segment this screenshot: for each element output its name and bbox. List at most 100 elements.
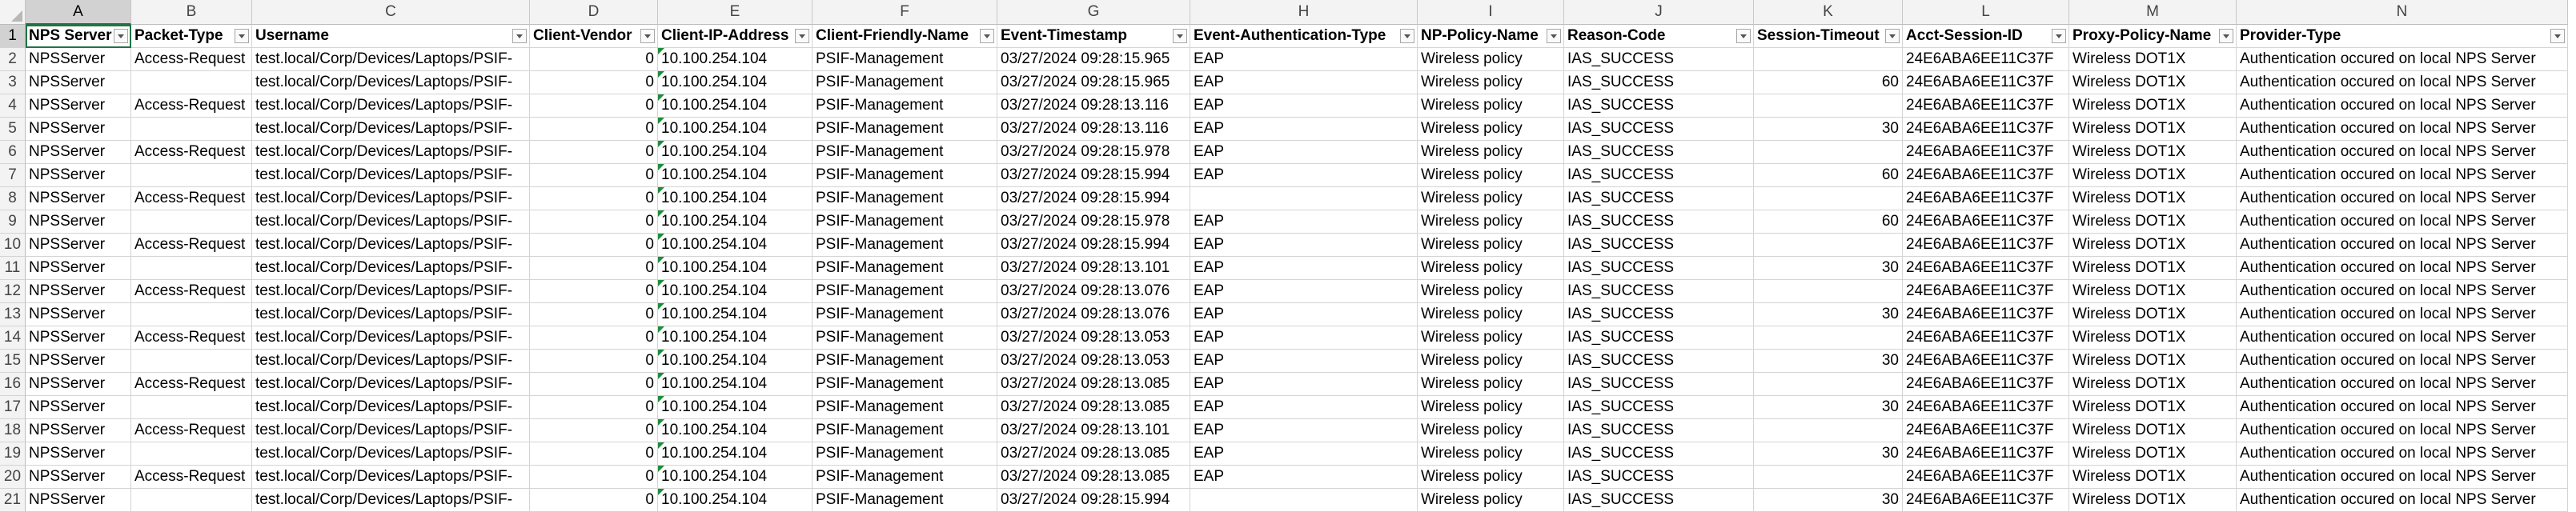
table-cell[interactable]: 03/27/2024 09:28:13.053	[997, 326, 1190, 350]
column-letter-d[interactable]: D	[530, 0, 658, 25]
error-indicator-icon[interactable]	[658, 94, 664, 101]
table-cell[interactable]: Wireless policy	[1418, 118, 1564, 141]
table-cell[interactable]: Wireless policy	[1418, 94, 1564, 118]
table-cell[interactable]: Authentication occured on local NPS Serv…	[2237, 350, 2568, 373]
table-cell[interactable]: IAS_SUCCESS	[1564, 373, 1754, 396]
table-cell[interactable]: 10.100.254.104	[658, 234, 813, 257]
table-cell[interactable]: 30	[1754, 257, 1903, 280]
table-cell[interactable]: 0	[530, 419, 658, 442]
table-cell[interactable]	[131, 164, 252, 187]
table-cell[interactable]	[131, 489, 252, 512]
table-cell[interactable]: 0	[530, 94, 658, 118]
table-cell[interactable]	[1754, 48, 1903, 71]
table-cell[interactable]: test.local/Corp/Devices/Laptops/PSIF-	[252, 396, 530, 419]
table-cell[interactable]: 03/27/2024 09:28:15.994	[997, 234, 1190, 257]
row-number[interactable]: 19	[0, 442, 26, 466]
table-cell[interactable]: PSIF-Management	[813, 396, 997, 419]
table-cell[interactable]	[1754, 280, 1903, 303]
table-cell[interactable]: 60	[1754, 164, 1903, 187]
table-cell[interactable]: Authentication occured on local NPS Serv…	[2237, 141, 2568, 164]
table-cell[interactable]: 10.100.254.104	[658, 396, 813, 419]
column-header-cell[interactable]: Event-Timestamp	[997, 25, 1190, 48]
row-number[interactable]: 17	[0, 396, 26, 419]
table-cell[interactable]: NPSServer	[26, 141, 131, 164]
table-cell[interactable]	[131, 396, 252, 419]
row-number[interactable]: 18	[0, 419, 26, 442]
column-header-cell[interactable]: Provider-Type	[2237, 25, 2568, 48]
column-letter-c[interactable]: C	[252, 0, 530, 25]
row-number[interactable]: 7	[0, 164, 26, 187]
error-indicator-icon[interactable]	[658, 350, 664, 356]
table-cell[interactable]: Access-Request	[131, 466, 252, 489]
table-cell[interactable]: Authentication occured on local NPS Serv…	[2237, 48, 2568, 71]
table-cell[interactable]: NPSServer	[26, 419, 131, 442]
table-cell[interactable]: Authentication occured on local NPS Serv…	[2237, 326, 2568, 350]
table-cell[interactable]: Wireless policy	[1418, 164, 1564, 187]
filter-dropdown-icon[interactable]	[2219, 29, 2233, 43]
table-cell[interactable]	[1754, 419, 1903, 442]
filter-dropdown-icon[interactable]	[235, 29, 249, 43]
table-cell[interactable]: test.local/Corp/Devices/Laptops/PSIF-	[252, 257, 530, 280]
table-cell[interactable]: EAP	[1190, 419, 1418, 442]
table-cell[interactable]: test.local/Corp/Devices/Laptops/PSIF-	[252, 466, 530, 489]
table-cell[interactable]: Wireless DOT1X	[2069, 326, 2237, 350]
table-cell[interactable]: 03/27/2024 09:28:15.994	[997, 164, 1190, 187]
table-cell[interactable]: Wireless policy	[1418, 396, 1564, 419]
table-cell[interactable]: 0	[530, 350, 658, 373]
table-cell[interactable]: test.local/Corp/Devices/Laptops/PSIF-	[252, 419, 530, 442]
table-cell[interactable]: PSIF-Management	[813, 419, 997, 442]
table-cell[interactable]: PSIF-Management	[813, 350, 997, 373]
table-cell[interactable]: 10.100.254.104	[658, 280, 813, 303]
table-cell[interactable]: 10.100.254.104	[658, 94, 813, 118]
table-cell[interactable]: 24E6ABA6EE11C37F	[1903, 141, 2069, 164]
table-cell[interactable]: EAP	[1190, 94, 1418, 118]
table-cell[interactable]: 10.100.254.104	[658, 489, 813, 512]
table-cell[interactable]: 30	[1754, 350, 1903, 373]
filter-dropdown-icon[interactable]	[1547, 29, 1561, 43]
table-cell[interactable]: 24E6ABA6EE11C37F	[1903, 257, 2069, 280]
table-cell[interactable]: 03/27/2024 09:28:13.053	[997, 350, 1190, 373]
table-cell[interactable]: Authentication occured on local NPS Serv…	[2237, 303, 2568, 326]
table-cell[interactable]: PSIF-Management	[813, 373, 997, 396]
table-cell[interactable]: 24E6ABA6EE11C37F	[1903, 48, 2069, 71]
table-cell[interactable]: NPSServer	[26, 350, 131, 373]
filter-dropdown-icon[interactable]	[2550, 29, 2565, 43]
table-cell[interactable]: Access-Request	[131, 234, 252, 257]
table-cell[interactable]: EAP	[1190, 396, 1418, 419]
table-cell[interactable]: 0	[530, 280, 658, 303]
table-cell[interactable]: NPSServer	[26, 187, 131, 210]
table-cell[interactable]: NPSServer	[26, 48, 131, 71]
table-cell[interactable]: IAS_SUCCESS	[1564, 280, 1754, 303]
error-indicator-icon[interactable]	[658, 48, 664, 54]
table-cell[interactable]	[1754, 94, 1903, 118]
filter-dropdown-icon[interactable]	[114, 29, 128, 43]
column-header-cell[interactable]: Client-Vendor	[530, 25, 658, 48]
table-cell[interactable]: 10.100.254.104	[658, 373, 813, 396]
row-number[interactable]: 16	[0, 373, 26, 396]
error-indicator-icon[interactable]	[658, 164, 664, 170]
column-header-cell[interactable]: Proxy-Policy-Name	[2069, 25, 2237, 48]
table-cell[interactable]: test.local/Corp/Devices/Laptops/PSIF-	[252, 280, 530, 303]
table-cell[interactable]: 10.100.254.104	[658, 442, 813, 466]
table-cell[interactable]: 03/27/2024 09:28:15.978	[997, 141, 1190, 164]
table-cell[interactable]	[131, 71, 252, 94]
table-cell[interactable]: NPSServer	[26, 373, 131, 396]
table-cell[interactable]: EAP	[1190, 164, 1418, 187]
table-cell[interactable]: 10.100.254.104	[658, 466, 813, 489]
filter-dropdown-icon[interactable]	[1885, 29, 1900, 43]
table-cell[interactable]: 10.100.254.104	[658, 350, 813, 373]
table-cell[interactable]	[131, 257, 252, 280]
table-cell[interactable]: Wireless policy	[1418, 48, 1564, 71]
table-cell[interactable]: test.local/Corp/Devices/Laptops/PSIF-	[252, 94, 530, 118]
table-cell[interactable]: 0	[530, 396, 658, 419]
table-cell[interactable]	[1190, 187, 1418, 210]
table-cell[interactable]: Access-Request	[131, 419, 252, 442]
table-cell[interactable]: 0	[530, 257, 658, 280]
table-cell[interactable]: Access-Request	[131, 48, 252, 71]
table-cell[interactable]: 10.100.254.104	[658, 210, 813, 234]
error-indicator-icon[interactable]	[658, 187, 664, 194]
column-header-cell[interactable]: Session-Timeout	[1754, 25, 1903, 48]
row-number[interactable]: 15	[0, 350, 26, 373]
column-letter-g[interactable]: G	[997, 0, 1190, 25]
table-cell[interactable]: PSIF-Management	[813, 118, 997, 141]
